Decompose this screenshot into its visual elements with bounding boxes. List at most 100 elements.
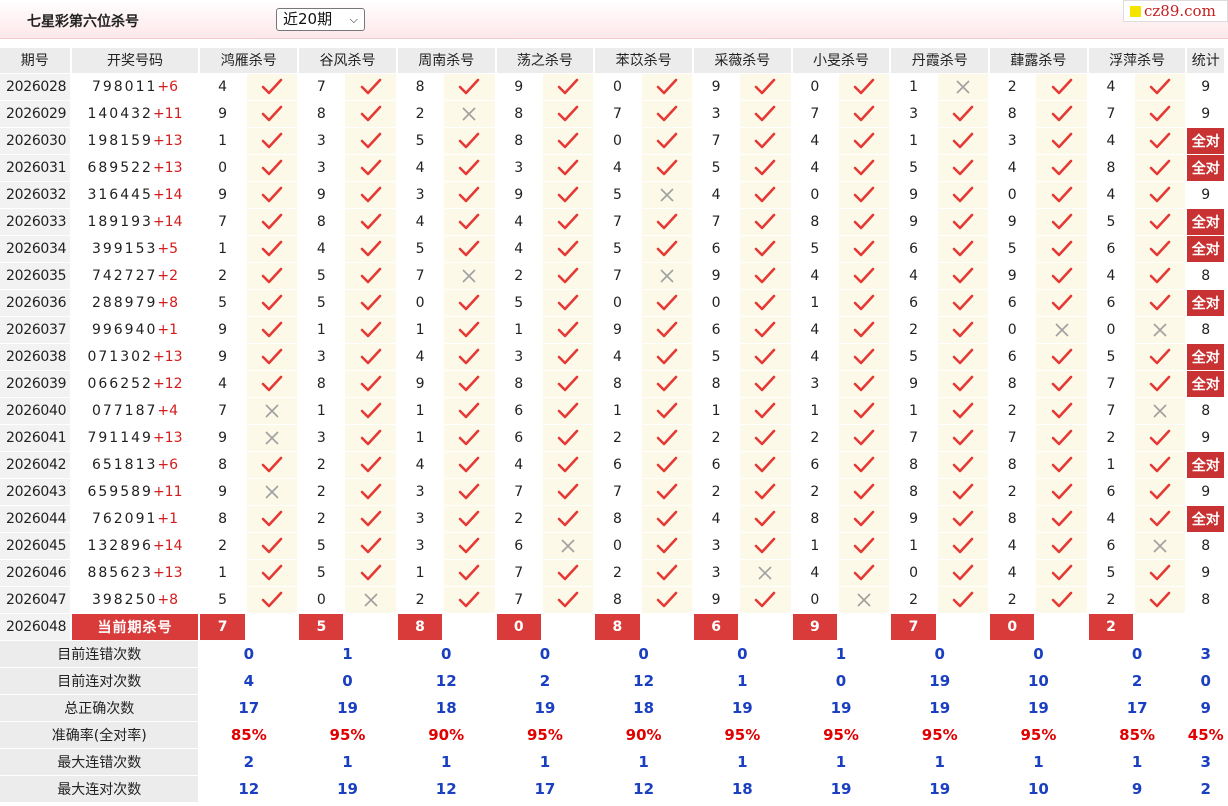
- kill-number-cell: 6: [1087, 235, 1136, 263]
- check-icon: [739, 586, 793, 614]
- kill-number-cell: 9: [989, 262, 1037, 290]
- check-icon: [245, 208, 300, 236]
- draw-extra-number: +12: [152, 375, 183, 392]
- stats-value: 95%: [692, 721, 793, 749]
- col-header-expert[interactable]: 周南杀号: [396, 48, 497, 74]
- kill-number-cell: 8: [199, 451, 247, 479]
- check-icon: [443, 370, 497, 398]
- kill-number-cell: 7: [594, 478, 642, 506]
- issue-cell: 2026031: [0, 154, 72, 182]
- stats-value: 19: [890, 667, 991, 695]
- draw-main-number: 071302: [87, 348, 153, 365]
- check-icon: [1134, 289, 1188, 317]
- stats-value: 85%: [199, 721, 300, 749]
- check-icon: [344, 532, 398, 560]
- check-icon: [640, 208, 694, 236]
- col-header-expert[interactable]: 小旻杀号: [791, 48, 892, 74]
- table-row: 2026042 651813+6 8 2 4 4 6 6 6 8 8 1 全对: [0, 451, 1226, 479]
- current-kill-spacer: [245, 613, 300, 641]
- check-icon: [245, 181, 300, 209]
- check-icon: [443, 559, 497, 587]
- check-icon: [1035, 181, 1089, 209]
- current-kill-spacer: [739, 613, 793, 641]
- stats-value: 10: [989, 775, 1089, 803]
- draw-number-cell: 288979+8: [70, 289, 201, 317]
- check-icon: [245, 154, 300, 182]
- col-header-expert[interactable]: 谷风杀号: [298, 48, 398, 74]
- check-icon: [1134, 208, 1188, 236]
- kill-number-cell: 4: [396, 451, 445, 479]
- check-icon: [1134, 370, 1188, 398]
- check-icon: [344, 208, 398, 236]
- issue-cell: 2026035: [0, 262, 72, 290]
- draw-number-cell: 198159+13: [70, 127, 201, 155]
- check-icon: [640, 343, 694, 371]
- kill-number-cell: 9: [199, 343, 247, 371]
- check-icon: [443, 451, 497, 479]
- check-icon: [1134, 559, 1188, 587]
- kill-number-cell: 0: [791, 73, 840, 101]
- draw-extra-number: +5: [157, 240, 179, 257]
- check-icon: [838, 154, 892, 182]
- draw-number-cell: 399153+5: [70, 235, 201, 263]
- col-header-expert[interactable]: 苯苡杀号: [594, 48, 694, 74]
- kill-number-cell: 5: [298, 559, 346, 587]
- check-icon: [443, 208, 497, 236]
- stats-value: 0: [989, 640, 1089, 668]
- issue-cell: 2026036: [0, 289, 72, 317]
- period-select[interactable]: 近20期 ⌵: [276, 8, 365, 31]
- stats-value: 1: [791, 640, 892, 668]
- kill-number-cell: 5: [199, 586, 247, 614]
- stat-cell: 全对: [1186, 289, 1226, 317]
- kill-number-cell: 6: [791, 451, 840, 479]
- check-icon: [1035, 370, 1089, 398]
- issue-cell: 2026033: [0, 208, 72, 236]
- kill-number-cell: 7: [594, 100, 642, 128]
- col-header-expert[interactable]: 蕼露杀号: [989, 48, 1089, 74]
- check-icon: [344, 316, 398, 344]
- site-logo[interactable]: cz89.com: [1123, 0, 1228, 22]
- kill-number-cell: 0: [989, 181, 1037, 209]
- col-header-expert[interactable]: 荡之杀号: [495, 48, 596, 74]
- stats-value: 0: [594, 640, 694, 668]
- check-icon: [541, 235, 596, 263]
- current-kill-spacer: [640, 613, 694, 641]
- check-icon: [245, 532, 300, 560]
- table-row: 2026041 791149+13 9 3 1 6 2 2 2 7 7 2 9: [0, 424, 1226, 452]
- stats-value: 0: [298, 667, 398, 695]
- kill-number-cell: 8: [791, 208, 840, 236]
- issue-cell: 2026030: [0, 127, 72, 155]
- stats-value: 0: [495, 640, 596, 668]
- draw-main-number: 198159: [87, 132, 153, 149]
- cross-icon: [443, 262, 497, 290]
- stats-total: 3: [1186, 748, 1226, 776]
- stats-value: 1: [594, 748, 694, 776]
- kill-number-cell: 4: [989, 559, 1037, 587]
- stats-value: 2: [495, 667, 596, 695]
- kill-number-cell: 0: [594, 73, 642, 101]
- issue-cell: 2026044: [0, 505, 72, 533]
- col-header-expert[interactable]: 丹霞杀号: [890, 48, 991, 74]
- col-header-expert[interactable]: 浮萍杀号: [1087, 48, 1188, 74]
- kill-number-cell: 2: [594, 559, 642, 587]
- kill-number-cell: 9: [199, 478, 247, 506]
- stats-value: 4: [199, 667, 300, 695]
- kill-number-cell: 3: [298, 127, 346, 155]
- check-icon: [443, 73, 497, 101]
- check-icon: [245, 451, 300, 479]
- stats-row: 目前连对次数 4 0 12 2 12 1 0 19 10 2 0: [0, 667, 1226, 695]
- stats-label: 最大连对次数: [0, 775, 201, 803]
- kill-number-cell: 9: [692, 262, 741, 290]
- kill-number-cell: 1: [199, 559, 247, 587]
- current-kill-number: 6: [692, 613, 741, 641]
- kill-number-cell: 5: [298, 289, 346, 317]
- kill-number-cell: 9: [692, 73, 741, 101]
- stats-value: 18: [594, 694, 694, 722]
- stat-cell: 全对: [1186, 343, 1226, 371]
- kill-number-cell: 7: [1087, 370, 1136, 398]
- issue-cell: 2026043: [0, 478, 72, 506]
- col-header-expert[interactable]: 鸿雁杀号: [199, 48, 300, 74]
- check-icon: [1134, 586, 1188, 614]
- kill-number-cell: 5: [989, 235, 1037, 263]
- col-header-expert[interactable]: 采薇杀号: [692, 48, 793, 74]
